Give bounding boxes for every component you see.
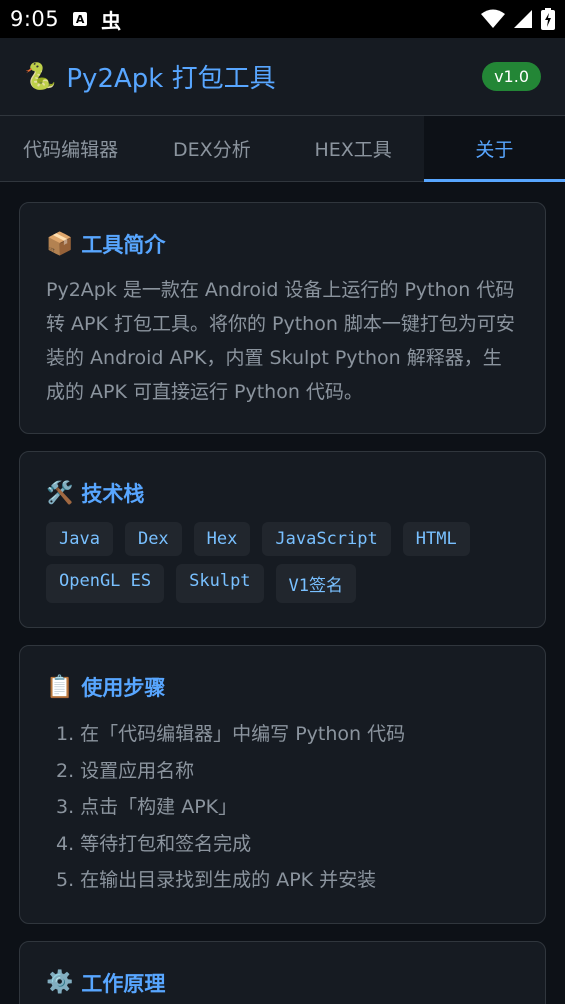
steps-card: 📋 使用步骤 1. 在「代码编辑器」中编写 Python 代码 2. 设置应用名… — [19, 645, 546, 924]
tech-stack-card: 🛠️ 技术栈 Java Dex Hex JavaScript HTML Open… — [19, 451, 546, 628]
intro-card: 📦 工具简介 Py2Apk 是一款在 Android 设备上运行的 Python… — [19, 202, 546, 434]
principle-card: ⚙️ 工作原理 — [19, 940, 546, 1004]
steps-list: 1. 在「代码编辑器」中编写 Python 代码 2. 设置应用名称 3. 点击… — [46, 716, 519, 899]
step-item: 1. 在「代码编辑器」中编写 Python 代码 — [56, 723, 406, 745]
app-title: Py2Apk 打包工具 — [66, 64, 276, 94]
tab-about[interactable]: 关于 — [423, 116, 565, 182]
tab-hex-tool[interactable]: HEX工具 — [283, 116, 424, 181]
tech-card-title-row: 🛠️ 技术栈 — [46, 478, 519, 508]
about-content[interactable]: 📦 工具简介 Py2Apk 是一款在 Android 设备上运行的 Python… — [0, 182, 565, 1004]
tools-icon: 🛠️ — [46, 480, 74, 506]
steps-card-title-row: 📋 使用步骤 — [46, 672, 519, 702]
tab-bar: 代码编辑器 DEX分析 HEX工具 关于 — [0, 116, 565, 182]
tech-card-title: 技术栈 — [81, 482, 145, 506]
intro-card-title: 工具简介 — [81, 233, 166, 257]
gear-icon: ⚙️ — [46, 970, 74, 995]
status-time: 9:05 — [10, 7, 60, 31]
principle-card-title: 工作原理 — [81, 971, 166, 996]
tech-tag: OpenGL ES — [46, 564, 165, 603]
tab-code-editor[interactable]: 代码编辑器 — [0, 116, 141, 181]
notification-a-icon: A — [73, 12, 88, 26]
tech-tag: Skulpt — [176, 564, 264, 603]
principle-card-title-row: ⚙️ 工作原理 — [46, 968, 519, 998]
tab-dex-analysis[interactable]: DEX分析 — [141, 116, 282, 181]
snake-icon: 🐍 — [24, 61, 57, 92]
signal-icon — [514, 10, 532, 28]
step-item: 2. 设置应用名称 — [56, 759, 195, 782]
app-title-group: 🐍 Py2Apk 打包工具 — [24, 58, 482, 95]
tech-tags: Java Dex Hex JavaScript HTML OpenGL ES S… — [46, 522, 519, 603]
status-bar: 9:05 A 虫 — [0, 0, 565, 38]
intro-text: Py2Apk 是一款在 Android 设备上运行的 Python 代码转 AP… — [46, 279, 515, 403]
battery-icon — [541, 8, 555, 30]
tech-tag: Dex — [124, 522, 182, 556]
notification-bug-icon: 虫 — [101, 8, 122, 33]
tech-tag: JavaScript — [262, 522, 391, 556]
package-icon: 📦 — [46, 231, 74, 257]
step-item: 3. 点击「构建 APK」 — [56, 796, 238, 818]
wifi-icon — [481, 9, 505, 28]
intro-card-title-row: 📦 工具简介 — [46, 229, 519, 259]
clipboard-icon: 📋 — [46, 674, 74, 700]
step-item: 4. 等待打包和签名完成 — [56, 832, 252, 855]
app-header: 🐍 Py2Apk 打包工具 v1.0 — [0, 38, 565, 116]
steps-card-title: 使用步骤 — [81, 676, 166, 700]
step-item: 5. 在输出目录找到生成的 APK 并安装 — [56, 869, 377, 891]
tech-tag: Java — [46, 522, 113, 556]
version-badge: v1.0 — [482, 62, 541, 91]
tech-tag: HTML — [402, 522, 470, 556]
tech-tag: Hex — [193, 522, 251, 556]
tech-tag: V1签名 — [275, 564, 357, 603]
